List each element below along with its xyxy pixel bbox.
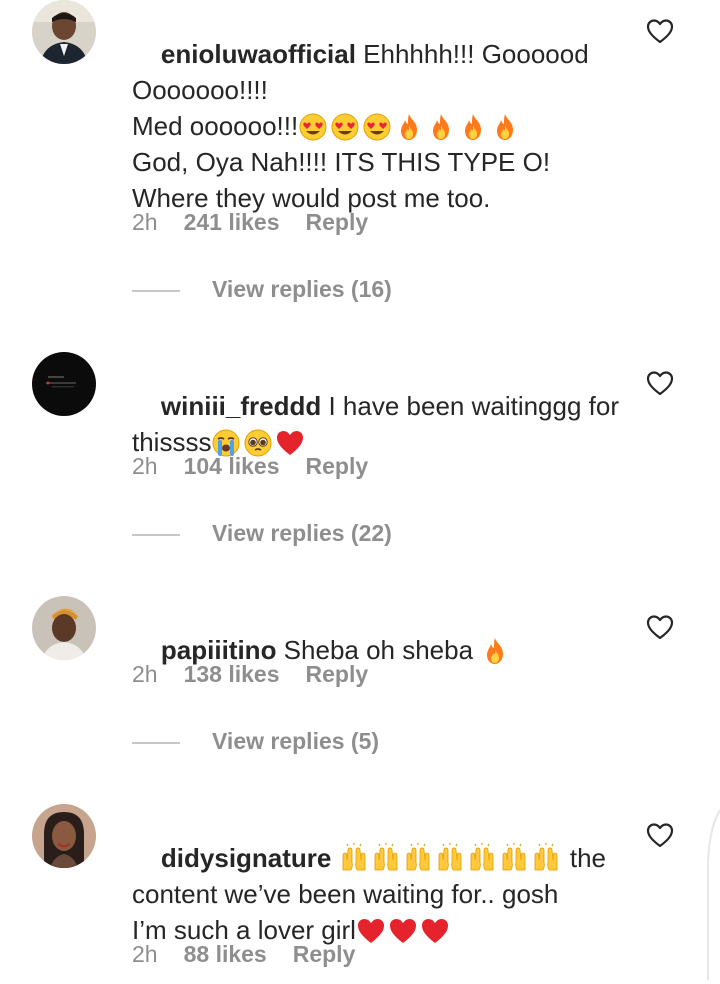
- replies-divider: [132, 741, 180, 744]
- fire-emoji: [401, 114, 418, 140]
- red-heart-emoji: [389, 919, 416, 943]
- comment-likes[interactable]: 241 likes: [184, 207, 280, 237]
- emoji-group: [480, 635, 512, 665]
- comment-likes[interactable]: 138 likes: [184, 659, 280, 689]
- raising-hands-emoji: [406, 843, 430, 871]
- comment-likes[interactable]: 88 likes: [184, 939, 267, 969]
- comment-time: 2h: [132, 661, 158, 687]
- comment-meta: 2h 138 likes Reply: [132, 659, 368, 689]
- avatar[interactable]: [32, 352, 96, 416]
- reply-button[interactable]: Reply: [306, 659, 369, 689]
- fire-emoji: [433, 114, 450, 140]
- avatar[interactable]: [32, 596, 96, 660]
- view-replies-label[interactable]: View replies (16): [212, 276, 392, 302]
- replies-divider: [132, 533, 180, 536]
- scroll-edge-shadow: [707, 810, 720, 980]
- raising-hands-emoji: [502, 843, 526, 871]
- comment-time: 2h: [132, 453, 158, 479]
- view-replies-button[interactable]: View replies (5): [132, 726, 379, 756]
- fire-emoji: [465, 114, 482, 140]
- view-replies-label[interactable]: View replies (22): [212, 520, 392, 546]
- comment-meta: 2h 241 likes Reply: [132, 207, 368, 237]
- avatar[interactable]: [32, 0, 96, 64]
- comment-time: 2h: [132, 209, 158, 235]
- comment-body-part: [331, 843, 338, 873]
- comment-meta: 2h 88 likes Reply: [132, 939, 355, 969]
- emoji-group: [298, 111, 522, 141]
- heart-outline-icon[interactable]: [646, 822, 674, 848]
- fire-emoji: [487, 638, 504, 664]
- view-replies-button[interactable]: View replies (16): [132, 274, 392, 304]
- heart-outline-icon[interactable]: [646, 370, 674, 396]
- comment-username[interactable]: enioluwaofficial: [161, 39, 356, 69]
- view-replies-button[interactable]: View replies (22): [132, 518, 392, 548]
- emoji-group: [339, 843, 563, 873]
- raising-hands-emoji: [534, 843, 558, 871]
- raising-hands-emoji: [342, 843, 366, 871]
- comment-likes[interactable]: 104 likes: [184, 451, 280, 481]
- reply-button[interactable]: Reply: [306, 451, 369, 481]
- fire-emoji: [497, 114, 514, 140]
- comment-username[interactable]: winiii_freddd: [161, 391, 321, 421]
- comment-meta: 2h 104 likes Reply: [132, 451, 368, 481]
- heart-outline-icon[interactable]: [646, 18, 674, 44]
- replies-divider: [132, 289, 180, 292]
- heart-eyes-emoji: [299, 113, 327, 141]
- heart-outline-icon[interactable]: [646, 614, 674, 640]
- reply-button[interactable]: Reply: [306, 207, 369, 237]
- red-heart-emoji: [357, 919, 384, 943]
- raising-hands-emoji: [374, 843, 398, 871]
- red-heart-emoji: [421, 919, 448, 943]
- avatar[interactable]: [32, 804, 96, 868]
- heart-eyes-emoji: [363, 113, 391, 141]
- comment-time: 2h: [132, 941, 158, 967]
- reply-button[interactable]: Reply: [293, 939, 356, 969]
- comment-username[interactable]: didysignature: [161, 843, 331, 873]
- emoji-group: [356, 915, 452, 945]
- comment-body-part: God, Oya Nah!!!! ITS THIS TYPE O! Where …: [132, 147, 551, 213]
- raising-hands-emoji: [470, 843, 494, 871]
- heart-eyes-emoji: [331, 113, 359, 141]
- view-replies-label[interactable]: View replies (5): [212, 728, 379, 754]
- raising-hands-emoji: [438, 843, 462, 871]
